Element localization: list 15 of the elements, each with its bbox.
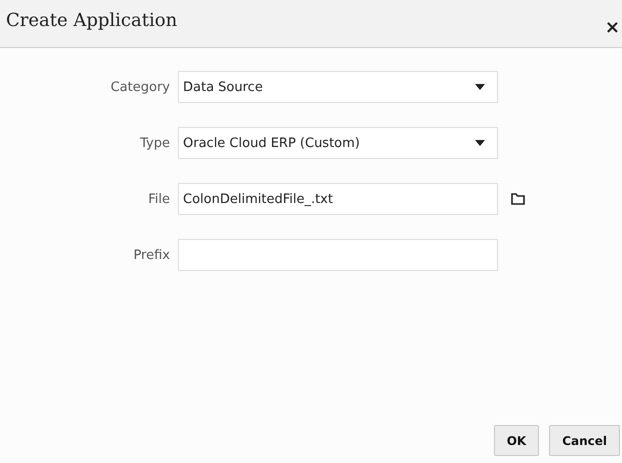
close-button[interactable]: ×: [602, 17, 622, 38]
input-field[interactable]: [178, 239, 498, 271]
field-label: File: [147, 192, 171, 206]
caret-icon: [475, 140, 485, 146]
input-field[interactable]: ColonDelimitedFile_.txt: [178, 183, 498, 215]
dialog-button[interactable]: OK: [494, 425, 540, 456]
caret-icon: [475, 84, 485, 90]
field-label: Category: [110, 80, 171, 94]
field-label: Prefix: [132, 248, 171, 262]
window-title: Create Application: [6, 10, 178, 31]
dropdown[interactable]: Data Source: [178, 71, 498, 103]
dialog-button[interactable]: Cancel: [549, 425, 620, 456]
folder-icon[interactable]: [511, 193, 525, 205]
dropdown[interactable]: Oracle Cloud ERP (Custom): [178, 127, 498, 159]
field-label: Type: [139, 136, 171, 150]
